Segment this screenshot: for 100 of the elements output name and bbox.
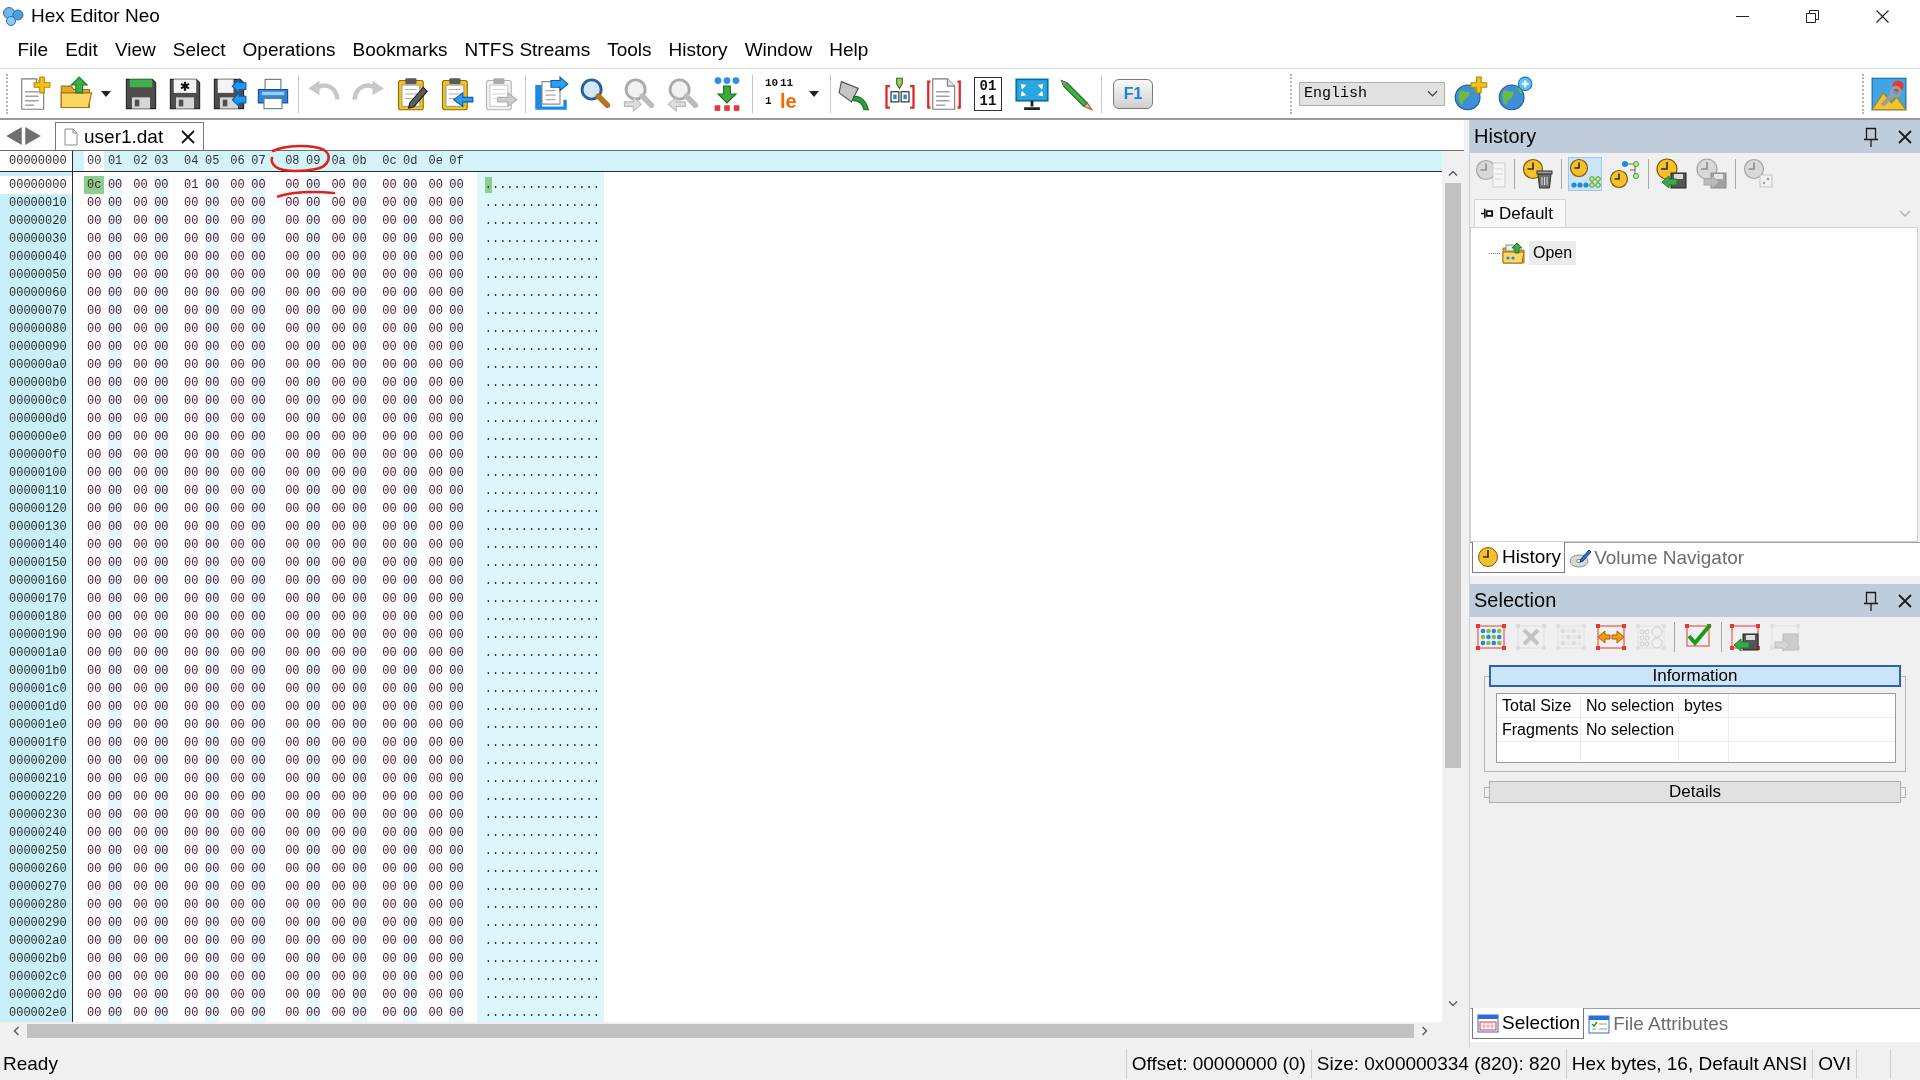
ascii-text: ................ — [484, 466, 600, 480]
byte-cell: 00 — [204, 1004, 220, 1022]
panel-tab[interactable]: History — [1472, 542, 1566, 573]
byte-cell: 00 — [251, 770, 266, 788]
byte-cell: 00 — [204, 284, 220, 302]
ascii-text: ................ — [484, 700, 600, 714]
ascii-text: ................ — [484, 628, 600, 642]
menu-item[interactable]: Window — [736, 36, 821, 64]
byte-cell: 00 — [154, 644, 169, 662]
byte-cell: 00 — [204, 806, 220, 824]
column-header: 0c — [382, 153, 397, 170]
byte-cell: 00 — [154, 392, 169, 410]
frame-arrows-icon[interactable] — [1595, 621, 1627, 653]
byte-cell: 00 — [449, 824, 464, 842]
byte-cell: 00 — [154, 824, 169, 842]
file-tab[interactable]: user1.dat — [55, 122, 205, 150]
menu-item[interactable]: View — [106, 36, 165, 64]
clock-trash-icon[interactable] — [1522, 158, 1554, 190]
scrollbar-thumb[interactable] — [27, 1024, 1414, 1038]
byte-cell-text: 00 — [230, 285, 245, 302]
digits-button[interactable]: 10 11 1 le — [765, 75, 803, 112]
pin-icon[interactable] — [1864, 590, 1878, 611]
menu-item[interactable]: History — [660, 36, 737, 64]
close-icon[interactable] — [1898, 129, 1912, 144]
menu-item[interactable]: NTFS Streams — [456, 36, 599, 64]
ascii-text: ................ — [484, 610, 600, 624]
byte-cell-text: 00 — [382, 537, 397, 554]
byte-cell: 00 — [107, 950, 123, 968]
byte-cell-text: 00 — [184, 735, 199, 752]
byte-cell-text: 00 — [331, 771, 346, 788]
byte-cell-text: 00 — [87, 483, 102, 500]
ascii-text: ................ — [484, 718, 600, 732]
document-brackets-icon[interactable] — [926, 75, 962, 112]
byte-cell: 00 — [251, 428, 266, 446]
byte-cell-text: 00 — [87, 771, 102, 788]
section-header[interactable]: Details — [1489, 781, 1901, 803]
caret-icon[interactable] — [809, 90, 819, 97]
dot-grid-icon[interactable] — [1475, 621, 1507, 653]
close-icon[interactable] — [1898, 593, 1912, 608]
byte-cell: 00 — [352, 500, 367, 518]
clock-floppy-icon[interactable] — [1656, 158, 1688, 190]
byte-cell-text: 00 — [230, 393, 245, 410]
right-arrow-icon[interactable] — [24, 126, 42, 146]
byte-cell-text: 00 — [184, 951, 199, 968]
byte-cell: 00 — [154, 986, 169, 1004]
section-header[interactable]: Information — [1489, 665, 1901, 687]
language-dropdown[interactable]: English — [1299, 81, 1445, 106]
panel-tab[interactable]: Volume Navigator — [1565, 543, 1748, 573]
byte-cell-text: 00 — [382, 789, 397, 806]
landscape-wrench-icon[interactable] — [1871, 75, 1907, 112]
history-item[interactable]: Open — [1529, 241, 1577, 265]
brackets-icon[interactable] — [882, 75, 918, 112]
menu-item[interactable]: Tools — [598, 36, 660, 64]
byte-cell: 00 — [251, 680, 266, 698]
clock-tree-icon[interactable] — [1609, 158, 1641, 190]
menu-item[interactable]: Edit — [56, 36, 107, 64]
menu-item[interactable]: Operations — [234, 36, 344, 64]
byte-cell-text: 00 — [184, 213, 199, 230]
byte-cell: 00 — [352, 842, 367, 860]
close-icon[interactable] — [1875, 9, 1889, 23]
panel-tab[interactable]: File Attributes — [1584, 1009, 1732, 1039]
byte-cell-text: 00 — [428, 285, 443, 302]
binary-digits-button[interactable]: 01 11 — [974, 76, 1002, 111]
globe-plus-icon[interactable] — [1453, 75, 1489, 112]
byte-cell: 00 — [204, 824, 220, 842]
menu-item[interactable]: Bookmarks — [344, 36, 456, 64]
byte-cell: 00 — [204, 842, 220, 860]
byte-cell: 00 — [449, 842, 464, 860]
frame-floppy-icon[interactable] — [1729, 621, 1761, 653]
close-icon[interactable] — [181, 129, 196, 144]
left-arrow-icon[interactable] — [5, 126, 23, 146]
byte-cell: 00 — [107, 860, 123, 878]
ascii-text: ................ — [484, 538, 600, 552]
ascii-text: ................ — [484, 736, 600, 750]
byte-cell: 00 — [403, 788, 418, 806]
caret-icon[interactable] — [101, 90, 111, 97]
byte-cell: 00 — [449, 194, 464, 212]
scrollbar-thumb[interactable] — [1445, 183, 1461, 768]
pin-icon[interactable] — [1864, 126, 1878, 147]
view-tab[interactable]: Default — [1474, 199, 1566, 227]
byte-cell-text: 00 — [184, 429, 199, 446]
menu-item[interactable]: File — [9, 36, 57, 64]
byte-cell: 00 — [403, 374, 418, 392]
globe-bubble-icon[interactable] — [1497, 75, 1533, 112]
byte-cell: 00 — [352, 446, 367, 464]
document-arrow-icon[interactable] — [533, 75, 569, 112]
byte-cell-text: 00 — [428, 771, 443, 788]
floppy-arrows-icon[interactable] — [211, 75, 247, 112]
byte-cell: 00 — [403, 428, 418, 446]
menu-item[interactable]: Select — [164, 36, 235, 64]
byte-cell: 00 — [154, 914, 169, 932]
byte-cell: 00 — [107, 734, 123, 752]
menu-item[interactable]: Help — [820, 36, 877, 64]
byte-cell-text: 00 — [285, 609, 300, 626]
byte-cell-text: 00 — [331, 573, 346, 590]
byte-cell: 00 — [107, 788, 123, 806]
restore-icon[interactable] — [1805, 9, 1819, 23]
panel-tab[interactable]: Selection — [1472, 1008, 1585, 1039]
clock-dots-icon[interactable] — [1569, 158, 1601, 190]
byte-cell: 00 — [449, 896, 464, 914]
